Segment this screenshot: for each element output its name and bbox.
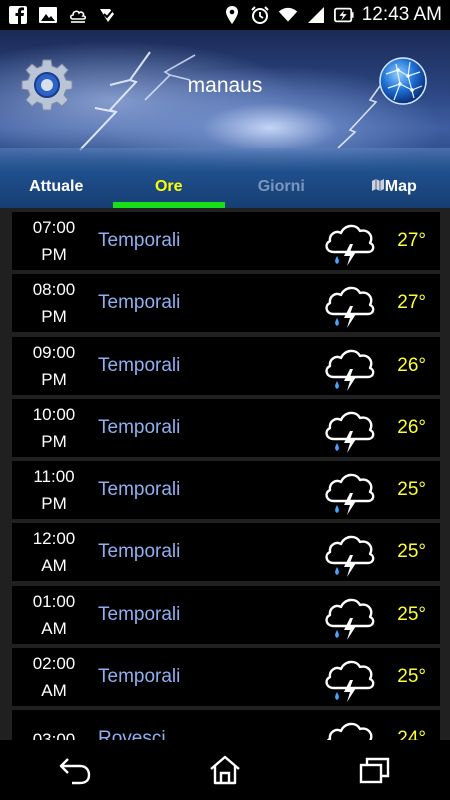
forecast-ampm: AM [41,618,67,638]
forecast-ampm: PM [41,245,67,264]
forecast-temperature: 25° [397,541,426,563]
forecast-temperature: 26° [397,416,426,438]
recent-apps-icon [359,757,390,784]
recent-apps-button[interactable] [345,740,405,800]
tab-attuale[interactable]: Attuale [0,168,113,208]
battery-charging-icon [333,7,354,23]
forecast-hour: 11:00 [33,467,75,487]
alarm-icon [251,6,269,24]
forecast-temperature: 27° [397,230,426,251]
image-icon [39,7,57,23]
home-icon [210,755,240,785]
forecast-ampm: AM [41,556,67,576]
forecast-description: Temporali [98,416,181,438]
forecast-ampm: PM [41,494,67,514]
home-button[interactable] [195,740,255,800]
thunderstorm-rain-icon [322,339,378,393]
location-icon [225,6,238,24]
map-icon [371,179,384,191]
thunderstorm-rain-icon [322,463,378,517]
forecast-ampm: PM [41,307,67,327]
forecast-time: 12:00 AM [12,525,96,579]
thunderstorm-rain-icon [322,650,378,704]
forecast-time: 02:00 AM [12,650,96,704]
forecast-description: Temporali [98,479,181,501]
weather-icon [69,10,87,23]
forecast-hour: 10:00 [32,404,76,424]
tab-ore[interactable]: Ore [112,168,225,208]
forecast-ampm: PM [41,369,67,389]
tab-giorni[interactable]: Giorni [225,168,338,208]
forecast-hour: 02:00 [32,654,76,674]
hourly-forecast-list[interactable]: 07:00 PM Temporali 27° 08:00 PM Temporali 27° 09… [0,208,450,740]
forecast-description: Temporali [98,354,181,376]
tab-bar: Attuale Ore Giorni Map [0,168,450,208]
forecast-hour: 01:00 [32,591,76,611]
forecast-time: 07:00 PM [12,214,96,268]
forecast-time: 01:00 AM [12,588,96,642]
back-button[interactable] [45,740,105,800]
forecast-description: Temporali [98,666,181,688]
forecast-row[interactable]: 11:00 PM Temporali 25° [12,461,440,520]
forecast-row[interactable]: 10:00 PM Temporali 26° [12,398,440,457]
forecast-description: Temporali [98,292,181,314]
facebook-icon [9,6,27,25]
thunderstorm-rain-icon [322,525,378,579]
forecast-time: 08:00 PM [12,276,96,330]
forecast-row[interactable]: 07:00 PM Temporali 27° [12,212,440,270]
forecast-time: 11:00 PM [12,463,96,517]
header-banner: manaus Attuale Ore Giorni Map [0,30,450,208]
forecast-row[interactable]: 01:00 AM Temporali 25° [12,585,440,644]
forecast-hour: 12:00 [32,529,76,549]
forecast-temperature: 25° [397,479,426,501]
forecast-time: 03:00 [12,726,96,740]
thunderstorm-rain-icon [322,401,378,455]
forecast-row[interactable]: 02:00 AM Temporali 25° [12,648,440,707]
tab-giorni-label: Giorni [257,178,305,195]
thunderstorm-rain-icon [322,214,378,268]
forecast-ampm: AM [41,681,67,701]
forecast-row[interactable]: 03:00 Rovesci 24° [12,710,440,740]
forecast-row[interactable]: 12:00 AM Temporali 25° [12,523,440,582]
thunderstorm-rain-icon [322,276,378,330]
forecast-description: Temporali [98,541,181,563]
status-bar: 12:43 AM [0,0,450,30]
forecast-description: Rovesci [98,728,166,740]
forecast-temperature: 27° [397,292,426,314]
wifi-icon [278,7,297,22]
forecast-hour: 09:00 [32,342,76,362]
forecast-row[interactable]: 08:00 PM Temporali 27° [12,274,440,333]
forecast-temperature: 26° [397,354,426,376]
tab-map-label: Map [384,178,417,195]
forecast-hour: 08:00 [32,280,76,300]
forecast-temperature: 25° [397,666,426,688]
forecast-temperature: 25° [397,603,426,625]
forecast-ampm: PM [41,431,67,451]
check-icon [100,9,114,22]
navigation-bar [0,740,450,800]
forecast-hour: 03:00 [32,729,76,740]
forecast-row[interactable]: 09:00 PM Temporali 26° [12,336,440,395]
signal-icon [307,7,324,23]
forecast-description: Temporali [98,230,181,251]
status-time: 12:43 AM [361,4,442,25]
forecast-time: 09:00 PM [12,339,96,393]
tab-attuale-label: Attuale [29,178,84,195]
forecast-temperature: 24° [397,728,426,740]
back-icon [59,758,91,785]
forecast-description: Temporali [98,603,181,625]
forecast-hour: 07:00 [32,218,76,237]
forecast-time: 10:00 PM [12,401,96,455]
tab-ore-label: Ore [154,178,183,195]
globe-icon[interactable] [378,56,428,106]
thunderstorm-rain-icon [322,712,378,740]
thunderstorm-rain-icon [322,588,378,642]
tab-map[interactable]: Map [338,168,450,208]
